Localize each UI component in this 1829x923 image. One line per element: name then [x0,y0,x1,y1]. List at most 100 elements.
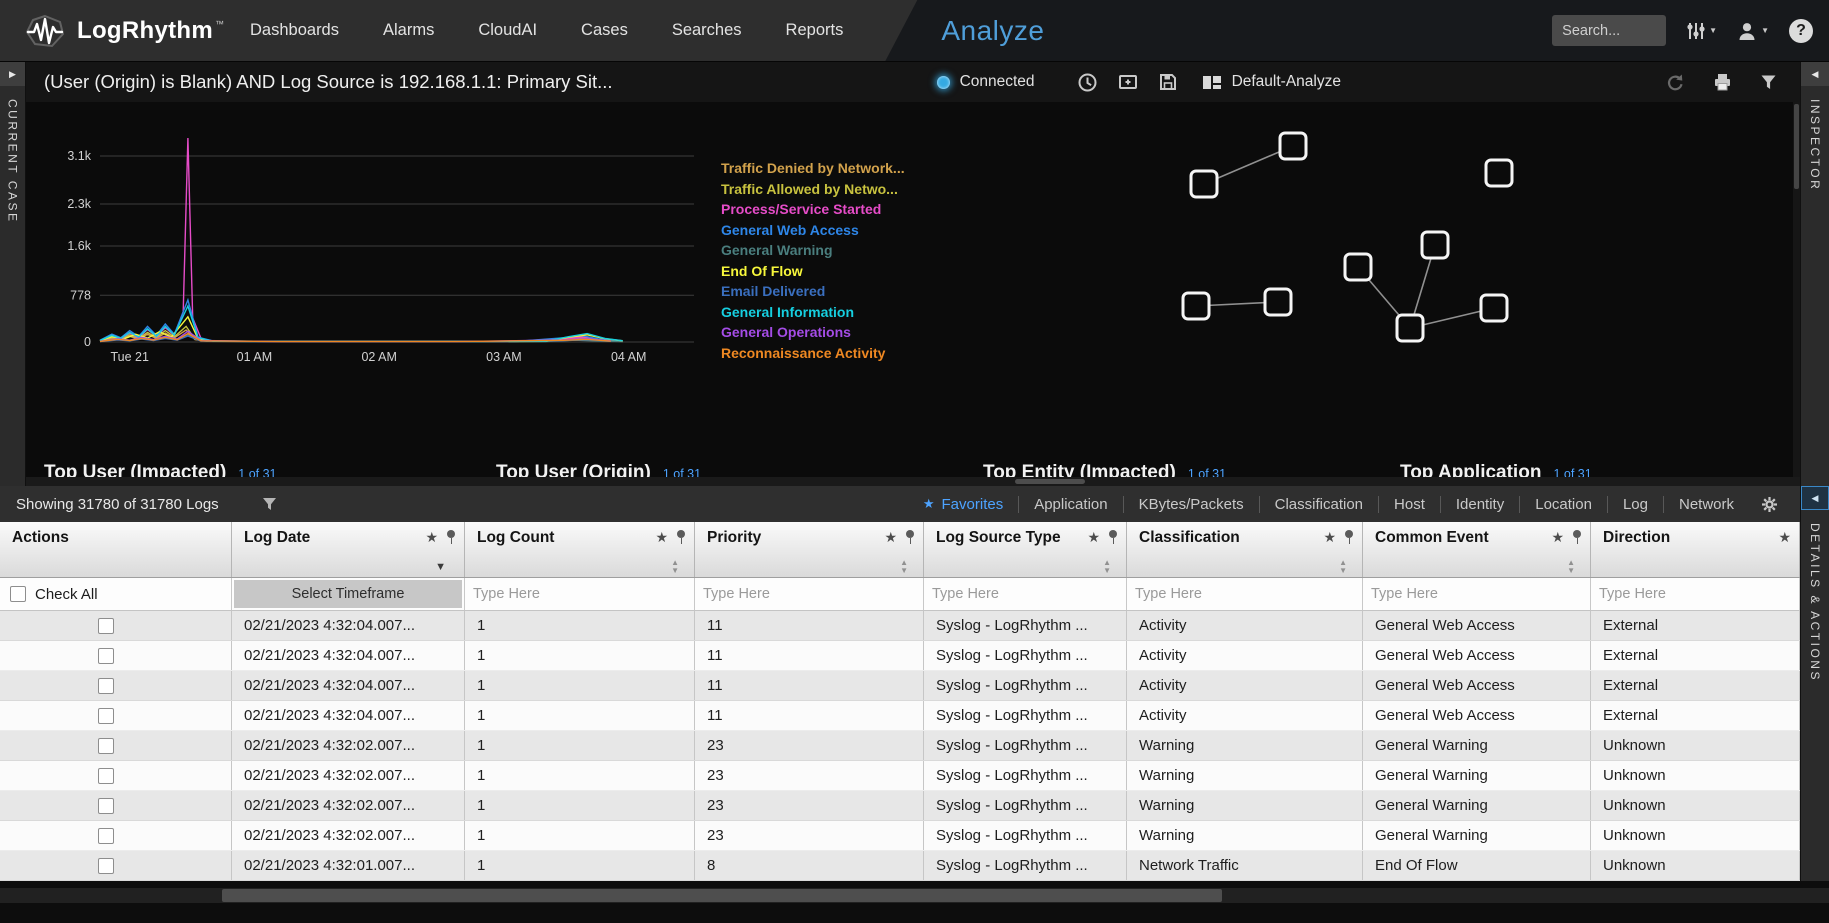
tab-favorites[interactable]: ★Favorites [908,486,1018,522]
row-checkbox[interactable] [98,618,114,634]
dashboard-horizontal-scrollbar[interactable] [26,477,1800,486]
global-search-input[interactable] [1552,15,1666,46]
widget-pager[interactable]: 1 of 31 [238,467,276,477]
vertical-scrollbar-thumb[interactable] [1794,104,1799,189]
nav-item-reports[interactable]: Reports [786,21,844,40]
pin-column-icon[interactable] [446,530,456,546]
details-actions-panel-tab[interactable]: ◀ DETAILS & ACTIONS [1800,486,1829,881]
row-checkbox[interactable] [98,708,114,724]
widget-pager[interactable]: 1 of 31 [663,467,701,477]
favorite-column-icon[interactable]: ★ [425,529,438,546]
nav-item-searches[interactable]: Searches [672,21,742,40]
row-checkbox[interactable] [98,828,114,844]
favorite-column-icon[interactable]: ★ [655,529,668,546]
legend-item-general-web-access[interactable]: General Web Access [721,222,905,238]
search-criteria-title[interactable]: (User (Origin) is Blank) AND Log Source … [44,71,613,93]
widget-pager[interactable]: 1 of 31 [1188,467,1226,477]
expand-current-case-icon[interactable]: ▶ [0,62,25,86]
grid-settings-gear-icon[interactable] [1761,496,1778,513]
row-checkbox[interactable] [98,768,114,784]
legend-item-email-delivered[interactable]: Email Delivered [721,283,905,299]
pin-column-icon[interactable] [1344,530,1354,546]
pin-column-icon[interactable] [1572,530,1582,546]
favorite-column-icon[interactable]: ★ [1323,529,1336,546]
sort-toggle-icon[interactable]: ▲▼ [900,559,908,574]
add-widget-icon[interactable] [1118,73,1138,92]
favorite-column-icon[interactable]: ★ [884,529,897,546]
nav-item-cloudai[interactable]: CloudAI [478,21,537,40]
undo-icon[interactable] [1665,72,1686,93]
row-checkbox[interactable] [98,798,114,814]
column-header-log-count[interactable]: Log Count★▲▼ [465,522,695,577]
row-checkbox[interactable] [98,858,114,874]
column-header-common-event[interactable]: Common Event★▲▼ [1363,522,1591,577]
horizontal-scrollbar-thumb[interactable] [1015,479,1085,484]
sort-toggle-icon[interactable]: ▲▼ [1567,559,1575,574]
legend-item-traffic-denied-by-network[interactable]: Traffic Denied by Network... [721,160,905,176]
logs-filter-icon[interactable] [261,496,278,512]
expand-inspector-icon[interactable]: ◀ [1801,62,1829,86]
tab-identity[interactable]: Identity [1441,486,1519,522]
column-header-direction[interactable]: Direction★ [1591,522,1800,577]
tab-application[interactable]: Application [1019,486,1122,522]
filter-input-classification[interactable] [1135,586,1354,602]
save-layout-icon[interactable] [1158,72,1178,92]
favorite-column-icon[interactable]: ★ [1087,529,1100,546]
legend-item-traffic-allowed-by-netwo[interactable]: Traffic Allowed by Netwo... [721,181,905,197]
column-header-log-date[interactable]: Log Date★▼ [232,522,465,577]
tab-log[interactable]: Log [1608,486,1663,522]
filter-input-log-count[interactable] [473,586,686,602]
filter-input-log-source-type[interactable] [932,586,1118,602]
legend-item-reconnaissance-activity[interactable]: Reconnaissance Activity [721,345,905,361]
tab-kbytes-packets[interactable]: KBytes/Packets [1124,486,1259,522]
check-all-checkbox[interactable] [10,586,26,602]
history-clock-icon[interactable] [1077,72,1098,93]
sort-toggle-icon[interactable]: ▲▼ [1103,559,1111,574]
sort-descending-icon[interactable]: ▼ [435,561,446,573]
legend-item-general-information[interactable]: General Information [721,304,905,320]
print-icon[interactable] [1712,72,1733,92]
legend-item-process-service-started[interactable]: Process/Service Started [721,201,905,217]
nav-item-cases[interactable]: Cases [581,21,628,40]
column-header-log-source-type[interactable]: Log Source Type★▲▼ [924,522,1127,577]
search-filters-icon[interactable]: ▼ [1686,21,1717,41]
tab-location[interactable]: Location [1520,486,1607,522]
favorite-column-icon[interactable]: ★ [1778,529,1791,546]
sort-toggle-icon[interactable]: ▲▼ [671,559,679,574]
legend-item-general-operations[interactable]: General Operations [721,324,905,340]
filter-funnel-icon[interactable] [1759,73,1778,91]
dashboard-vertical-scrollbar[interactable] [1793,102,1800,477]
column-header-priority[interactable]: Priority★▲▼ [695,522,924,577]
pin-column-icon[interactable] [1108,530,1118,546]
tab-classification[interactable]: Classification [1260,486,1378,522]
grid-horizontal-scrollbar[interactable] [0,888,1829,903]
grid-horizontal-scrollbar-thumb[interactable] [222,889,1222,902]
row-checkbox[interactable] [98,678,114,694]
filter-input-direction[interactable] [1599,586,1791,602]
tab-analyze[interactable]: Analyze [941,15,1044,47]
sort-toggle-icon[interactable]: ▲▼ [1339,559,1347,574]
user-menu-icon[interactable]: ▼ [1737,21,1769,41]
legend-item-end-of-flow[interactable]: End Of Flow [721,263,905,279]
network-node-graph[interactable] [1151,106,1551,346]
favorite-column-icon[interactable]: ★ [1551,529,1564,546]
nav-item-dashboards[interactable]: Dashboards [250,21,339,40]
column-header-classification[interactable]: Classification★▲▼ [1127,522,1363,577]
select-timeframe-button[interactable]: Select Timeframe [234,580,462,608]
inspector-panel-tab[interactable]: ◀ INSPECTOR [1800,62,1829,486]
widget-pager[interactable]: 1 of 31 [1553,467,1591,477]
current-case-panel-tab[interactable]: ▶ CURRENT CASE [0,62,26,486]
layout-selector[interactable]: Default-Analyze [1202,73,1341,91]
filter-input-common-event[interactable] [1371,586,1582,602]
row-checkbox[interactable] [98,648,114,664]
logs-trend-chart[interactable]: 07781.6k2.3k3.1kTue 2101 AM02 AM03 AM04 … [54,118,702,370]
legend-item-general-warning[interactable]: General Warning [721,242,905,258]
pin-column-icon[interactable] [676,530,686,546]
filter-input-priority[interactable] [703,586,915,602]
help-icon[interactable]: ? [1789,19,1813,43]
nav-item-alarms[interactable]: Alarms [383,21,434,40]
pin-column-icon[interactable] [905,530,915,546]
tab-network[interactable]: Network [1664,486,1749,522]
tab-host[interactable]: Host [1379,486,1440,522]
row-checkbox[interactable] [98,738,114,754]
